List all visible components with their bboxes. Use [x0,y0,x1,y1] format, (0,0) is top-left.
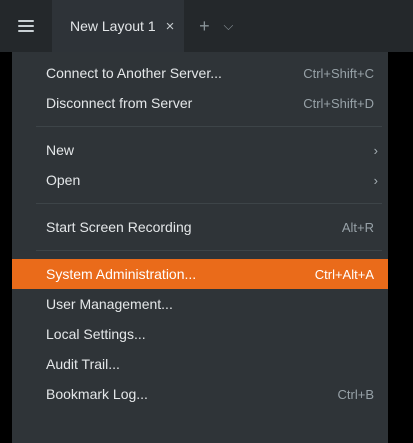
layout-area [388,52,413,443]
menu-item-open[interactable]: Open › [12,165,388,195]
menu-item-disconnect-from-server[interactable]: Disconnect from Server Ctrl+Shift+D [12,88,388,118]
menu-item-label: New [46,142,75,158]
add-tab-icon[interactable]: + [192,16,216,37]
menu-item-shortcut: Ctrl+B [337,386,374,402]
main-menu-button[interactable] [0,0,52,52]
app-window: New Layout 1 × + ⌵ Connect to Another Se… [0,0,413,443]
menu-item-shortcut: Ctrl+Shift+D [303,95,374,111]
menu-item-label: System Administration... [46,266,197,282]
menu-item-local-settings[interactable]: Local Settings... [12,319,388,349]
main-menu: Connect to Another Server... Ctrl+Shift+… [12,52,388,443]
chevron-right-icon: › [373,172,378,188]
tab-label: New Layout 1 [70,18,156,34]
menu-item-label: Disconnect from Server [46,95,193,111]
menu-item-user-management[interactable]: User Management... [12,289,388,319]
menu-item-label: Open [46,172,81,188]
menu-item-new[interactable]: New › [12,135,388,165]
menu-separator [36,203,382,204]
menu-item-label: User Management... [46,296,173,312]
tab-actions: + ⌵ [184,0,240,52]
menu-item-connect-to-another-server[interactable]: Connect to Another Server... Ctrl+Shift+… [12,58,388,88]
menu-item-shortcut: Ctrl+Alt+A [314,266,374,282]
menu-item-audit-trail[interactable]: Audit Trail... [12,349,388,379]
menu-item-system-administration[interactable]: System Administration... Ctrl+Alt+A [12,259,388,289]
menu-item-label: Local Settings... [46,326,146,342]
menu-item-label: Audit Trail... [46,356,120,372]
tab-new-layout-1[interactable]: New Layout 1 × [52,0,185,52]
chevron-down-icon[interactable]: ⌵ [216,18,240,34]
menu-separator [36,250,382,251]
menu-item-start-screen-recording[interactable]: Start Screen Recording Alt+R [12,212,388,242]
menu-item-label: Connect to Another Server... [46,65,222,81]
menu-item-label: Bookmark Log... [46,386,148,402]
hamburger-icon [18,20,34,32]
close-tab-icon[interactable]: × [166,18,175,35]
menu-item-shortcut: Alt+R [341,219,374,235]
chevron-right-icon: › [373,142,378,158]
menu-item-shortcut: Ctrl+Shift+C [303,65,374,81]
menu-item-bookmark-log[interactable]: Bookmark Log... Ctrl+B [12,379,388,409]
menu-item-label: Start Screen Recording [46,219,192,235]
menu-separator [36,126,382,127]
top-bar: New Layout 1 × + ⌵ [0,0,413,52]
